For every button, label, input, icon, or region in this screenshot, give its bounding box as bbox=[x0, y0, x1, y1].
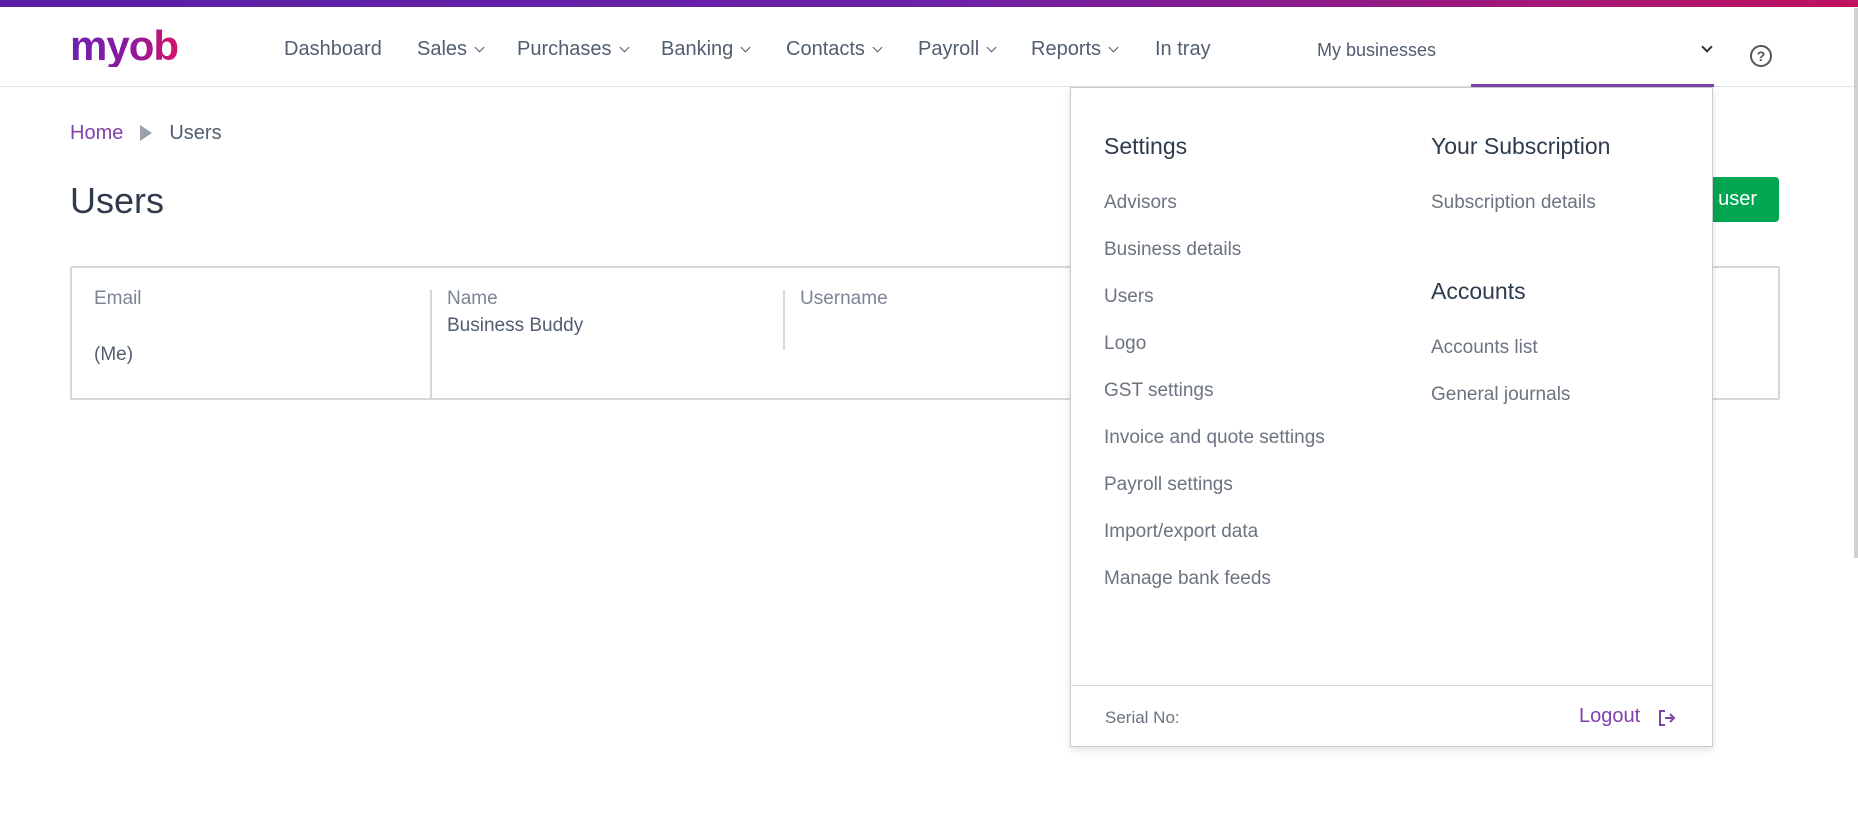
nav-in-tray[interactable]: In tray bbox=[1155, 37, 1211, 61]
nav-dashboard[interactable]: Dashboard bbox=[284, 37, 382, 61]
page-scrollbar[interactable] bbox=[1854, 8, 1858, 558]
logout-icon[interactable] bbox=[1657, 708, 1677, 728]
breadcrumb: Home Users bbox=[70, 122, 222, 145]
chevron-down-icon bbox=[1108, 42, 1119, 53]
menu-item-business-details[interactable]: Business details bbox=[1104, 239, 1241, 261]
chevron-down-icon[interactable] bbox=[1701, 41, 1713, 53]
name-value: Business Buddy bbox=[447, 315, 584, 336]
menu-item-invoice-quote-settings[interactable]: Invoice and quote settings bbox=[1104, 427, 1325, 449]
nav-payroll-label: Payroll bbox=[918, 38, 980, 60]
nav-banking-label: Banking bbox=[661, 38, 734, 60]
myob-logo[interactable]: myob bbox=[70, 25, 179, 67]
business-switcher[interactable]: My businesses bbox=[1317, 40, 1436, 61]
help-icon[interactable]: ? bbox=[1750, 45, 1772, 67]
nav-in-tray-label: In tray bbox=[1155, 38, 1211, 60]
chevron-down-icon bbox=[872, 42, 883, 53]
nav-contacts[interactable]: Contacts bbox=[786, 37, 883, 61]
nav-banking[interactable]: Banking bbox=[661, 37, 751, 61]
menu-item-general-journals[interactable]: General journals bbox=[1431, 384, 1570, 406]
column-divider bbox=[783, 290, 785, 350]
chevron-down-icon bbox=[740, 42, 751, 53]
top-accent-bar bbox=[0, 0, 1858, 7]
nav-purchases-label: Purchases bbox=[517, 38, 612, 60]
nav-payroll[interactable]: Payroll bbox=[918, 37, 997, 61]
breadcrumb-separator-icon bbox=[140, 125, 153, 141]
menu-item-manage-bank-feeds[interactable]: Manage bank feeds bbox=[1104, 568, 1271, 590]
dropdown-footer: Serial No: Logout bbox=[1071, 685, 1712, 747]
nav-reports-label: Reports bbox=[1031, 38, 1102, 60]
menu-item-accounts-list[interactable]: Accounts list bbox=[1431, 337, 1538, 359]
column-divider bbox=[430, 290, 432, 398]
top-navbar: myob Dashboard Sales Purchases Banking C… bbox=[0, 7, 1858, 87]
nav-reports[interactable]: Reports bbox=[1031, 37, 1119, 61]
settings-heading: Settings bbox=[1104, 133, 1188, 159]
menu-item-advisors[interactable]: Advisors bbox=[1104, 192, 1177, 214]
name-label: Name bbox=[447, 288, 498, 309]
username-column: Username bbox=[800, 288, 1080, 388]
menu-item-payroll-settings[interactable]: Payroll settings bbox=[1104, 474, 1233, 496]
breadcrumb-current: Users bbox=[169, 122, 222, 144]
logout-link[interactable]: Logout bbox=[1579, 705, 1640, 728]
menu-item-import-export-data[interactable]: Import/export data bbox=[1104, 521, 1258, 543]
username-label: Username bbox=[800, 288, 888, 309]
email-column: Email (Me) bbox=[94, 288, 424, 388]
menu-item-users[interactable]: Users bbox=[1104, 286, 1154, 308]
subscription-heading: Your Subscription bbox=[1431, 133, 1611, 159]
chevron-down-icon bbox=[986, 42, 997, 53]
nav-dashboard-label: Dashboard bbox=[284, 38, 382, 60]
nav-sales[interactable]: Sales bbox=[417, 37, 485, 61]
name-column: Name Business Buddy bbox=[447, 288, 777, 388]
chevron-down-icon bbox=[474, 42, 485, 53]
breadcrumb-home-link[interactable]: Home bbox=[70, 122, 123, 144]
chevron-down-icon bbox=[619, 42, 629, 53]
menu-item-logo[interactable]: Logo bbox=[1104, 333, 1146, 355]
email-me-indicator: (Me) bbox=[94, 344, 134, 365]
serial-number-label: Serial No: bbox=[1105, 708, 1180, 727]
nav-contacts-label: Contacts bbox=[786, 38, 865, 60]
nav-purchases[interactable]: Purchases bbox=[517, 37, 629, 61]
menu-item-subscription-details[interactable]: Subscription details bbox=[1431, 192, 1596, 214]
accounts-heading: Accounts bbox=[1431, 278, 1526, 304]
nav-sales-label: Sales bbox=[417, 38, 468, 60]
page-title: Users bbox=[70, 180, 165, 221]
business-settings-dropdown: Settings Advisors Business details Users… bbox=[1070, 87, 1713, 747]
menu-item-gst-settings[interactable]: GST settings bbox=[1104, 380, 1213, 402]
email-label: Email bbox=[94, 288, 142, 309]
